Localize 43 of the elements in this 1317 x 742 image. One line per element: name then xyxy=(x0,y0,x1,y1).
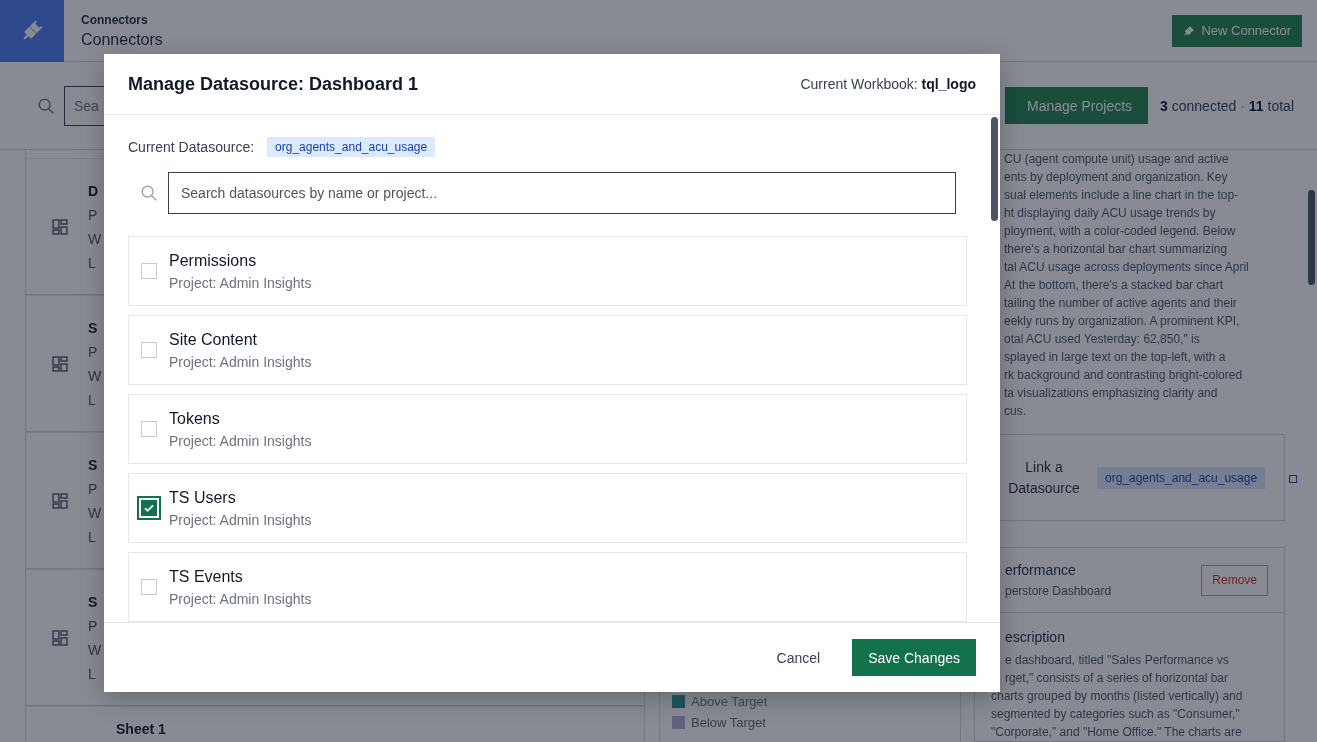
current-datasource-label: Current Datasource: xyxy=(128,139,255,155)
sheet-detail: W xyxy=(88,367,102,384)
sheet-title: S xyxy=(88,319,99,336)
connection-count: 3 connected · 11 total xyxy=(1160,97,1294,114)
sheet-detail: P xyxy=(88,343,99,360)
datasource-name: TS Events xyxy=(169,567,244,586)
workbook-name: perstore Dashboard xyxy=(1005,584,1112,598)
dialog-title: Manage Datasource: Dashboard 1 xyxy=(128,73,419,95)
sheet-detail: P xyxy=(88,480,99,497)
datasource-name: Tokens xyxy=(169,409,221,428)
datasource-name: Permissions xyxy=(169,251,258,270)
description-text: CU (agent compute unit) usage and active ents by deployment and organization. Key sual elements include a line chart in the top- ht displaying daily ACU usage trends by ployment, with a color-coded legend. Below there's a horizontal bar chart summarizing tal ACU usage across deployments since April At the bottom, there's a stacked bar chart tailing the number of active agents and their eekly runs by organization. A prominent KPI, otal ACU used Yesterday: 62,850," is splayed in large text on the top-left, with a rk background and contrasting bright-colored ta visualizations emphasizing clarity and cus. xyxy=(1004,151,1250,420)
datasource-chip: org_agents_and_acu_usage xyxy=(1097,466,1266,489)
dashboard-title: erformance xyxy=(1005,562,1077,578)
datasource-name: TS Users xyxy=(169,488,237,507)
sheet-detail: L xyxy=(88,665,97,682)
sheet-detail: W xyxy=(88,504,102,521)
datasource-project: Project: Admin Insights xyxy=(169,432,312,449)
legend-label: Above Target xyxy=(691,694,768,709)
sheet-detail: P xyxy=(88,617,99,634)
datasource-project: Project: Admin Insights xyxy=(169,274,312,291)
current-workbook: Current Workbook: tql_logo xyxy=(800,76,976,92)
sheet-detail: P xyxy=(88,206,99,223)
breadcrumb: Connectors xyxy=(81,12,149,27)
sheet-detail: W xyxy=(88,641,102,658)
sheet-title: S xyxy=(88,456,99,473)
sheet-title: Sheet 1 xyxy=(116,721,166,737)
datasource-chip: org_agents_and_acu_usage xyxy=(267,137,436,157)
description-text: e dashboard, titled "Sales Performance vs rget," consists of a series of horizontal bar charts grouped by months (listed vertically) and segmented by categories such as "Consumer," "Corporate," and "Home Office." The charts are xyxy=(991,652,1244,741)
sheet-detail: W xyxy=(88,230,102,247)
description-heading: escription xyxy=(1004,629,1066,645)
page-title: Connectors xyxy=(81,30,164,49)
sheet-detail: L xyxy=(88,391,97,408)
sheet-title: D xyxy=(88,182,100,199)
datasource-project: Project: Admin Insights xyxy=(169,353,312,370)
datasource-name: Site Content xyxy=(169,330,259,349)
link-datasource-label: Link a Datasource xyxy=(1007,457,1081,498)
legend-label: Below Target xyxy=(691,715,766,730)
datasource-project: Project: Admin Insights xyxy=(169,511,312,528)
sheet-title: S xyxy=(88,593,99,610)
sheet-detail: L xyxy=(88,254,97,271)
datasource-project: Project: Admin Insights xyxy=(169,590,312,607)
sheet-detail: L xyxy=(88,528,97,545)
